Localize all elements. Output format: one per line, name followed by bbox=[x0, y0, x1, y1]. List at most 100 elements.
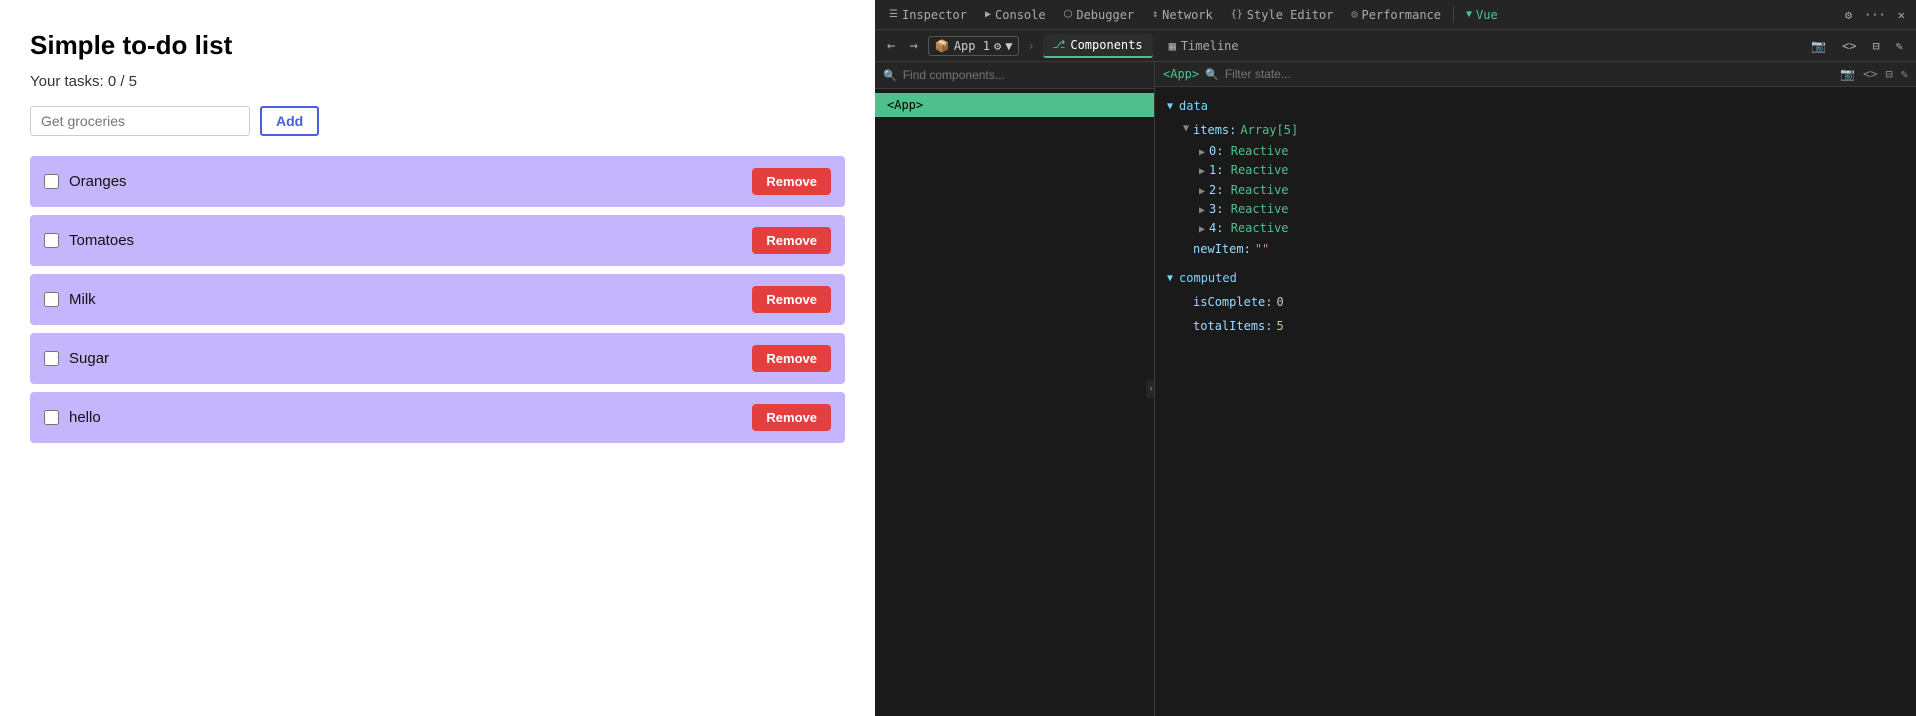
timeline-icon: ▦ bbox=[1169, 39, 1176, 53]
inspector-pane: <App> 🔍 📷 <> ⊟ ✎ ▼ data ▼ bbox=[1155, 62, 1916, 716]
items-value: Array[5] bbox=[1240, 121, 1298, 140]
item-reactive-row: ▶ 4: Reactive bbox=[1167, 219, 1904, 238]
inspector-icons: 📷 <> ⊟ ✎ bbox=[1840, 67, 1908, 81]
tab-debugger[interactable]: ⬡ Debugger bbox=[1056, 4, 1143, 26]
tab-network[interactable]: ↕ Network bbox=[1144, 4, 1221, 26]
tab-timeline[interactable]: ▦ Timeline bbox=[1159, 35, 1249, 57]
settings-icon[interactable]: ⚙ bbox=[1840, 5, 1857, 25]
edit-state-icon[interactable]: 📷 bbox=[1840, 67, 1855, 81]
items-key: items: bbox=[1193, 121, 1236, 140]
tab-console[interactable]: ▶ Console bbox=[977, 4, 1054, 26]
item-reactive-value: Reactive bbox=[1231, 202, 1289, 216]
forward-arrow[interactable]: → bbox=[905, 36, 921, 56]
close-icon[interactable]: ✕ bbox=[1893, 5, 1910, 25]
computed-section-arrow[interactable]: ▼ bbox=[1167, 273, 1173, 284]
back-arrow[interactable]: ← bbox=[883, 36, 899, 56]
style-editor-icon: {} bbox=[1231, 9, 1243, 20]
performance-icon: ◎ bbox=[1352, 9, 1358, 20]
tab-inspector[interactable]: ☰ Inspector bbox=[881, 4, 975, 26]
todo-label: Milk bbox=[69, 291, 96, 308]
item-expand-icon[interactable]: ▶ bbox=[1199, 205, 1205, 216]
open-icon[interactable]: ✎ bbox=[1901, 67, 1908, 81]
remove-button[interactable]: Remove bbox=[752, 345, 831, 372]
todo-item-left: hello bbox=[44, 409, 101, 426]
items-expand-icon[interactable]: ▼ bbox=[1183, 121, 1189, 137]
gear-icon: ⚙ bbox=[994, 39, 1001, 53]
add-button[interactable]: Add bbox=[260, 106, 319, 136]
screenshot-icon[interactable]: 📷 bbox=[1806, 36, 1831, 56]
tree-item-app[interactable]: <App> bbox=[875, 93, 1154, 117]
item-reactive-row: ▶2: Reactive bbox=[1167, 181, 1904, 200]
app-icon: 📦 bbox=[935, 39, 950, 53]
tab-components[interactable]: ⎇ Components bbox=[1043, 34, 1153, 58]
tab-style-editor[interactable]: {} Style Editor bbox=[1223, 4, 1342, 26]
tree-collapse-handle[interactable]: › bbox=[1146, 380, 1155, 399]
item-index-key: 0: bbox=[1209, 144, 1223, 158]
vue-icon: ▼ bbox=[1466, 9, 1472, 20]
new-item-key: newItem: bbox=[1193, 240, 1251, 259]
item-reactive-row: ▶ 0: Reactive bbox=[1167, 142, 1904, 161]
item-expand-icon[interactable]: ▶ bbox=[1199, 147, 1205, 158]
remove-button[interactable]: Remove bbox=[752, 168, 831, 195]
item-reactive-value: Reactive bbox=[1231, 183, 1289, 197]
filter-state-input[interactable] bbox=[1225, 67, 1834, 81]
data-section-arrow[interactable]: ▼ bbox=[1167, 101, 1173, 112]
devtools-main: 🔍 <App> › <App> 🔍 📷 <> ⊟ ✎ bbox=[875, 62, 1916, 716]
remove-button[interactable]: Remove bbox=[752, 404, 831, 431]
is-complete-value: 0 bbox=[1277, 293, 1284, 312]
app-selector[interactable]: 📦 App 1 ⚙ ▼ bbox=[928, 36, 1020, 56]
search-bar: 🔍 bbox=[875, 62, 1154, 89]
code-state-icon[interactable]: <> bbox=[1863, 67, 1877, 81]
filter-icon: 🔍 bbox=[1205, 68, 1219, 81]
todo-checkbox[interactable] bbox=[44, 410, 59, 425]
layout-state-icon[interactable]: ⊟ bbox=[1886, 67, 1893, 81]
devtools-panel: ☰ Inspector ▶ Console ⬡ Debugger ↕ Netwo… bbox=[875, 0, 1916, 716]
tab-performance[interactable]: ◎ Performance bbox=[1344, 4, 1450, 26]
todo-app-panel: Simple to-do list Your tasks: 0 / 5 Add … bbox=[0, 0, 875, 716]
app-tag[interactable]: <App> bbox=[1163, 67, 1199, 81]
todo-item-left: Oranges bbox=[44, 173, 127, 190]
layout-icon[interactable]: ⊟ bbox=[1868, 36, 1885, 56]
inspector-header: <App> 🔍 📷 <> ⊟ ✎ bbox=[1155, 62, 1916, 87]
total-items-key: totalItems: bbox=[1193, 317, 1272, 336]
new-item-value: "" bbox=[1255, 240, 1269, 259]
item-expand-icon[interactable]: ▶ bbox=[1199, 166, 1205, 177]
todo-item: Oranges Remove bbox=[30, 156, 845, 207]
edit-icon[interactable]: ✎ bbox=[1891, 36, 1908, 56]
todo-checkbox[interactable] bbox=[44, 292, 59, 307]
items-row: ▼ items: Array[5] bbox=[1167, 119, 1904, 142]
item-expand-icon[interactable]: ▶ bbox=[1199, 224, 1205, 235]
todo-item-left: Milk bbox=[44, 291, 96, 308]
item-index-key: 4: bbox=[1209, 221, 1223, 235]
todo-item: hello Remove bbox=[30, 392, 845, 443]
todo-label: Tomatoes bbox=[69, 232, 134, 249]
more-icon[interactable]: ··· bbox=[1859, 5, 1891, 25]
todo-item: Milk Remove bbox=[30, 274, 845, 325]
todo-checkbox[interactable] bbox=[44, 174, 59, 189]
item-reactive-row: ▶1: Reactive bbox=[1167, 161, 1904, 180]
network-icon: ↕ bbox=[1152, 9, 1158, 20]
item-reactive-value: Reactive bbox=[1231, 144, 1289, 158]
todo-item: Sugar Remove bbox=[30, 333, 845, 384]
remove-button[interactable]: Remove bbox=[752, 227, 831, 254]
new-item-input[interactable] bbox=[30, 106, 250, 136]
computed-section-header: ▼ computed bbox=[1167, 271, 1904, 285]
total-items-row: ▶ totalItems: 5 bbox=[1167, 315, 1904, 338]
add-row: Add bbox=[30, 106, 845, 136]
components-icon: ⎇ bbox=[1053, 38, 1066, 51]
data-section-header: ▼ data bbox=[1167, 99, 1904, 113]
todo-checkbox[interactable] bbox=[44, 351, 59, 366]
find-components-input[interactable] bbox=[903, 68, 1146, 82]
console-icon: ▶ bbox=[985, 9, 991, 20]
items-nested: ▶0: Reactive▶1: Reactive▶2: Reactive▶3: … bbox=[1167, 142, 1904, 238]
item-reactive-value: Reactive bbox=[1231, 221, 1289, 235]
todo-item-left: Sugar bbox=[44, 350, 109, 367]
item-expand-icon[interactable]: ▶ bbox=[1199, 186, 1205, 197]
inspector-icon: ☰ bbox=[889, 9, 898, 20]
todo-checkbox[interactable] bbox=[44, 233, 59, 248]
tab-vue[interactable]: ▼ Vue bbox=[1458, 4, 1506, 26]
is-complete-row: ▶ isComplete: 0 bbox=[1167, 291, 1904, 314]
code-icon[interactable]: <> bbox=[1837, 36, 1861, 56]
remove-button[interactable]: Remove bbox=[752, 286, 831, 313]
todo-list: Oranges Remove Tomatoes Remove Milk Remo… bbox=[30, 156, 845, 443]
